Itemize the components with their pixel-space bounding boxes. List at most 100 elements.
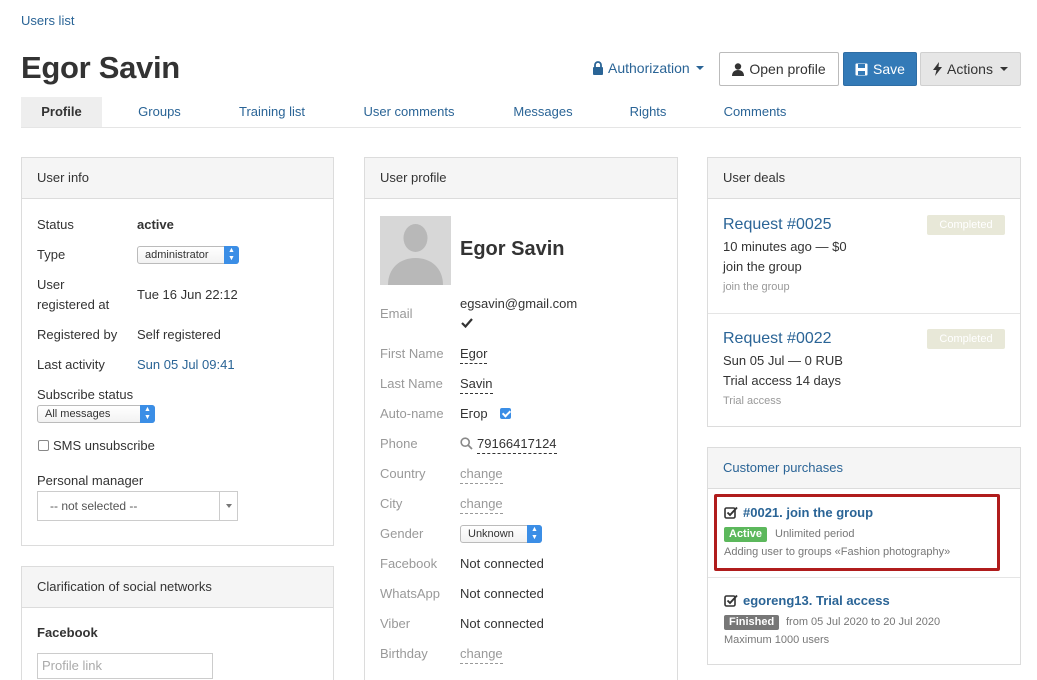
deal-description: join the group bbox=[723, 259, 802, 274]
tab-profile[interactable]: Profile bbox=[21, 97, 102, 127]
email-label: Email bbox=[380, 306, 413, 321]
user-profile-title: User profile bbox=[365, 158, 677, 199]
search-icon[interactable] bbox=[460, 437, 473, 450]
save-label: Save bbox=[873, 61, 905, 77]
last-activity-link[interactable]: Sun 05 Jul 09:41 bbox=[137, 355, 235, 374]
sms-unsubscribe-label: SMS unsubscribe bbox=[53, 438, 155, 453]
chevron-down-icon bbox=[219, 492, 237, 520]
floppy-icon bbox=[855, 63, 868, 75]
registered-by-label: Registered by bbox=[37, 327, 118, 342]
whatsapp-label: WhatsApp bbox=[380, 586, 440, 601]
deal-status-badge: Completed bbox=[927, 215, 1005, 235]
deal-divider bbox=[708, 313, 1020, 314]
phone-label: Phone bbox=[380, 436, 418, 451]
status-label: Status bbox=[37, 217, 74, 232]
email-value: egsavin@gmail.com bbox=[460, 296, 578, 311]
auto-name-label: Auto-name bbox=[380, 406, 444, 421]
deal-time-amount: 10 minutes ago — $0 bbox=[723, 239, 847, 254]
user-deals-panel: User deals Request #0025 Completed 10 mi… bbox=[707, 157, 1021, 427]
facebook-value: Not connected bbox=[460, 556, 544, 571]
phone-value[interactable]: 79166417124 bbox=[477, 434, 557, 454]
sms-unsubscribe-checkbox[interactable] bbox=[38, 440, 49, 451]
social-networks-panel: Clarification of social networks Faceboo… bbox=[21, 566, 334, 680]
tab-groups[interactable]: Groups bbox=[122, 97, 197, 127]
tab-user-comments[interactable]: User comments bbox=[351, 97, 467, 127]
birthday-change-link[interactable]: change bbox=[460, 644, 503, 664]
profile-link-placeholder: Profile link bbox=[42, 658, 102, 673]
type-label: Type bbox=[37, 247, 66, 262]
auto-name-value: Егор bbox=[460, 406, 488, 421]
purchase-link-trial[interactable]: egoreng13. Trial access bbox=[724, 593, 890, 608]
whatsapp-value: Not connected bbox=[460, 586, 544, 601]
subscribe-status-label: Subscribe status bbox=[37, 387, 134, 402]
facebook-label: Facebook bbox=[37, 625, 98, 640]
deal-status-badge: Completed bbox=[927, 329, 1005, 349]
purchase-status-badge: Finished bbox=[724, 615, 780, 630]
check-icon bbox=[461, 318, 473, 328]
facebook-label: Facebook bbox=[380, 556, 438, 571]
purchase-period: from 05 Jul 2020 to 20 Jul 2020 bbox=[786, 616, 941, 628]
authorization-label: Authorization bbox=[608, 60, 690, 76]
lock-icon bbox=[593, 61, 603, 75]
deal-link-0022[interactable]: Request #0022 bbox=[723, 330, 832, 348]
select-arrows-icon: ▲ ▼ bbox=[224, 246, 239, 264]
tab-comments[interactable]: Comments bbox=[713, 97, 797, 127]
last-name-value[interactable]: Savin bbox=[460, 374, 493, 394]
purchase-divider bbox=[708, 577, 1020, 578]
profile-name: Egor Savin bbox=[460, 238, 565, 260]
registered-value: Tue 16 Jun 22:12 bbox=[137, 287, 238, 302]
type-select-value: administrator bbox=[145, 249, 209, 261]
chevron-down-icon bbox=[695, 66, 704, 70]
registered-by-value: Self registered bbox=[137, 327, 221, 342]
highlight-frame bbox=[714, 494, 1000, 571]
customer-purchases-title[interactable]: Customer purchases bbox=[708, 448, 1020, 489]
viber-label: Viber bbox=[380, 616, 411, 631]
deal-description: Trial access 14 days bbox=[723, 373, 842, 388]
gender-select[interactable]: Unknown ▲ ▼ bbox=[460, 525, 542, 543]
user-info-panel: User info Status active Type administrat… bbox=[21, 157, 334, 546]
open-profile-label: Open profile bbox=[749, 61, 826, 77]
checkbox-checked-icon bbox=[724, 594, 738, 607]
birthday-label: Birthday bbox=[380, 646, 428, 661]
tab-training-list[interactable]: Training list bbox=[224, 97, 320, 127]
authorization-dropdown[interactable]: Authorization bbox=[592, 60, 704, 76]
breadcrumb-users-list[interactable]: Users list bbox=[21, 13, 74, 28]
personal-manager-label: Personal manager bbox=[37, 473, 144, 488]
customer-purchases-panel: Customer purchases #0021. join the group… bbox=[707, 447, 1021, 665]
user-profile-panel: User profile Egor Savin Email egsavin@gm… bbox=[364, 157, 678, 680]
deal-product: Trial access bbox=[723, 395, 782, 407]
deal-product: join the group bbox=[723, 281, 790, 293]
chevron-down-icon bbox=[999, 67, 1008, 71]
last-activity-label: Last activity bbox=[37, 357, 105, 372]
facebook-profile-link-input[interactable]: Profile link bbox=[37, 653, 213, 679]
country-change-link[interactable]: change bbox=[460, 464, 503, 484]
city-label: City bbox=[380, 496, 403, 511]
deal-time-amount: Sun 05 Jul — 0 RUB bbox=[723, 353, 843, 368]
auto-name-checkbox[interactable] bbox=[500, 408, 511, 419]
actions-dropdown[interactable]: Actions bbox=[920, 52, 1021, 86]
gender-label: Gender bbox=[380, 526, 424, 541]
gender-select-value: Unknown bbox=[468, 528, 514, 540]
social-networks-title: Clarification of social networks bbox=[22, 567, 333, 608]
first-name-label: First Name bbox=[380, 346, 444, 361]
actions-label: Actions bbox=[947, 61, 993, 77]
personal-manager-select[interactable]: -- not selected -- bbox=[37, 491, 238, 521]
personal-manager-value: -- not selected -- bbox=[50, 499, 138, 513]
tab-messages[interactable]: Messages bbox=[502, 97, 584, 127]
open-profile-button[interactable]: Open profile bbox=[719, 52, 839, 86]
viber-value: Not connected bbox=[460, 616, 544, 631]
last-name-label: Last Name bbox=[380, 376, 443, 391]
first-name-value[interactable]: Egor bbox=[460, 344, 488, 364]
country-label: Country bbox=[380, 466, 426, 481]
status-value: active bbox=[137, 217, 174, 232]
tab-rights[interactable]: Rights bbox=[619, 97, 677, 127]
city-change-link[interactable]: change bbox=[460, 494, 503, 514]
deal-link-0025[interactable]: Request #0025 bbox=[723, 216, 832, 234]
page-title: Egor Savin bbox=[21, 50, 180, 85]
save-button[interactable]: Save bbox=[843, 52, 917, 86]
type-select[interactable]: administrator ▲ ▼ bbox=[137, 246, 239, 264]
select-arrows-icon: ▲ ▼ bbox=[140, 405, 155, 423]
user-info-title: User info bbox=[22, 158, 333, 199]
subscribe-status-value: All messages bbox=[45, 408, 111, 420]
subscribe-status-select[interactable]: All messages ▲ ▼ bbox=[37, 405, 155, 423]
